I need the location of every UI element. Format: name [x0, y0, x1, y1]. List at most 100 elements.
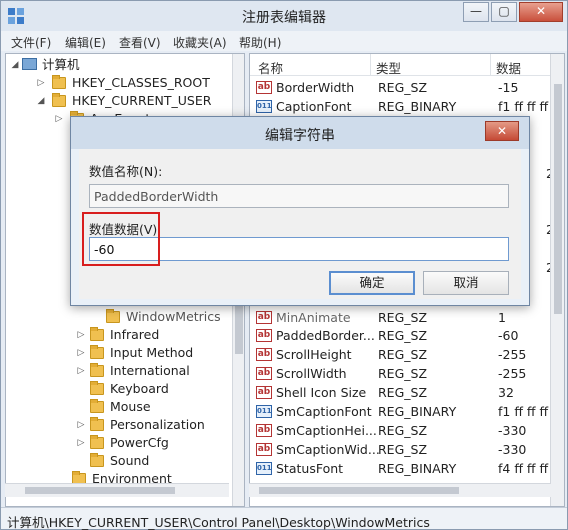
list-row-selected[interactable]: ab PaddedBorder... REG_SZ -60: [250, 326, 550, 345]
cancel-button[interactable]: 取消: [423, 271, 509, 295]
menu-file[interactable]: 文件(F): [11, 34, 51, 51]
tree-item-windowmetrics[interactable]: WindowMetrics: [6, 308, 226, 326]
column-header-name[interactable]: 名称: [258, 58, 283, 77]
list-row[interactable]: 011 SmCaptionFont REG_BINARY f1 ff ff ff: [250, 402, 550, 421]
tree-label: HKEY_CLASSES_ROOT: [72, 75, 210, 90]
value-type: REG_SZ: [378, 442, 428, 457]
expand-arrow-icon[interactable]: ▷: [54, 110, 64, 128]
value-name: Shell Icon Size: [276, 385, 367, 400]
value-type: REG_SZ: [378, 423, 428, 438]
value-data: -60: [498, 328, 519, 343]
expand-arrow-icon[interactable]: ▷: [76, 326, 86, 344]
maximize-button[interactable]: ▢: [491, 2, 517, 22]
column-divider[interactable]: [370, 54, 371, 76]
tree-item-computer[interactable]: ◢ 计算机: [6, 56, 226, 74]
list-row[interactable]: 011 StatusFont REG_BINARY f4 ff ff ff: [250, 459, 550, 478]
expand-arrow-icon[interactable]: ▷: [76, 416, 86, 434]
folder-icon: [90, 435, 104, 449]
tree-label: HKEY_CURRENT_USER: [72, 93, 212, 108]
list-row[interactable]: ab ScrollHeight REG_SZ -255: [250, 345, 550, 364]
collapse-arrow-icon[interactable]: ◢: [10, 56, 20, 74]
tree-item-hkcr[interactable]: ▷ HKEY_CLASSES_ROOT: [6, 74, 226, 92]
value-type: REG_SZ: [378, 80, 428, 95]
value-data: -255: [498, 347, 527, 362]
list-horizontal-scrollbar[interactable]: [249, 483, 551, 497]
folder-icon: [52, 93, 66, 107]
ok-button[interactable]: 确定: [329, 271, 415, 295]
value-name: SmCaptionHei...: [276, 423, 377, 438]
tree-label: Keyboard: [110, 381, 169, 396]
tree-label: International: [110, 363, 190, 378]
tree-label: Sound: [110, 453, 150, 468]
folder-icon: [90, 381, 104, 395]
list-row[interactable]: ab SmCaptionHei... REG_SZ -330: [250, 421, 550, 440]
string-value-icon: ab: [256, 81, 272, 94]
expand-arrow-icon[interactable]: ▷: [76, 434, 86, 452]
string-value-icon: ab: [256, 386, 272, 399]
binary-value-icon: 011: [256, 405, 272, 418]
tree-horizontal-scrollbar[interactable]: [5, 483, 229, 497]
edit-string-dialog: 编辑字符串 ✕ 数值名称(N): 数值数据(V): 确定 取消: [70, 116, 530, 306]
tree-item-keyboard[interactable]: Keyboard: [6, 380, 226, 398]
tree-item-international[interactable]: ▷ International: [6, 362, 226, 380]
folder-icon: [52, 75, 66, 89]
value-type: REG_BINARY: [378, 404, 457, 419]
list-vertical-scrollbar[interactable]: [550, 54, 564, 506]
menu-view[interactable]: 查看(V): [119, 34, 161, 51]
tree-label: Personalization: [110, 417, 205, 432]
tree-item-powercfg[interactable]: ▷ PowerCfg: [6, 434, 226, 452]
scroll-thumb[interactable]: [554, 84, 562, 314]
menu-bar: 文件(F) 编辑(E) 查看(V) 收藏夹(A) 帮助(H): [1, 31, 567, 51]
list-row[interactable]: ab SmCaptionWid... REG_SZ -330: [250, 440, 550, 459]
value-name: CaptionFont: [276, 99, 352, 114]
value-name: MinAnimate: [276, 310, 351, 325]
scroll-thumb[interactable]: [259, 487, 459, 494]
list-row[interactable]: ab Shell Icon Size REG_SZ 32: [250, 383, 550, 402]
column-header-type[interactable]: 类型: [376, 58, 401, 77]
tree-label: Input Method: [110, 345, 194, 360]
scroll-thumb[interactable]: [25, 487, 175, 494]
column-header-data[interactable]: 数据: [496, 58, 521, 77]
value-type: REG_SZ: [378, 328, 428, 343]
value-data: -15: [498, 80, 519, 95]
column-divider[interactable]: [490, 54, 491, 76]
value-name-field[interactable]: [89, 184, 509, 208]
tree-item-personalization[interactable]: ▷ Personalization: [6, 416, 226, 434]
menu-favorites[interactable]: 收藏夹(A): [173, 34, 227, 51]
tree-item-input-method[interactable]: ▷ Input Method: [6, 344, 226, 362]
tree-item-mouse[interactable]: Mouse: [6, 398, 226, 416]
tree-label: 计算机: [42, 57, 80, 72]
minimize-button[interactable]: —: [463, 2, 489, 22]
value-name: ScrollHeight: [276, 347, 352, 362]
dialog-title: 编辑字符串: [265, 128, 335, 144]
computer-icon: [22, 58, 37, 70]
expand-arrow-icon[interactable]: ▷: [76, 362, 86, 380]
menu-edit[interactable]: 编辑(E): [65, 34, 106, 51]
tree-label: Infrared: [110, 327, 160, 342]
value-data: -330: [498, 423, 527, 438]
tree-item-hkcu[interactable]: ◢ HKEY_CURRENT_USER: [6, 92, 226, 110]
expand-arrow-icon[interactable]: ▷: [76, 344, 86, 362]
collapse-arrow-icon[interactable]: ◢: [36, 92, 46, 110]
expand-arrow-icon[interactable]: ▷: [36, 74, 46, 92]
list-row[interactable]: 011 CaptionFont REG_BINARY f1 ff ff ff: [250, 97, 550, 116]
tree-item-sound[interactable]: Sound: [6, 452, 226, 470]
folder-icon: [90, 399, 104, 413]
value-type: REG_SZ: [378, 385, 428, 400]
value-name: PaddedBorder...: [276, 328, 375, 343]
dialog-title-bar[interactable]: 编辑字符串 ✕: [71, 117, 529, 149]
dialog-close-button[interactable]: ✕: [485, 121, 519, 141]
value-data: -255: [498, 366, 527, 381]
list-header: 名称 类型 数据: [250, 54, 564, 76]
value-name: ScrollWidth: [276, 366, 347, 381]
binary-value-icon: 011: [256, 462, 272, 475]
tree-item-infrared[interactable]: ▷ Infrared: [6, 326, 226, 344]
close-button[interactable]: ✕: [519, 2, 563, 22]
list-row[interactable]: ab MinAnimate REG_SZ 1: [250, 308, 550, 327]
folder-icon: [90, 345, 104, 359]
list-row[interactable]: ab ScrollWidth REG_SZ -255: [250, 364, 550, 383]
list-row[interactable]: ab BorderWidth REG_SZ -15: [250, 78, 550, 97]
title-bar[interactable]: 注册表编辑器 — ▢ ✕: [1, 1, 567, 31]
menu-help[interactable]: 帮助(H): [239, 34, 281, 51]
binary-value-icon: 011: [256, 100, 272, 113]
